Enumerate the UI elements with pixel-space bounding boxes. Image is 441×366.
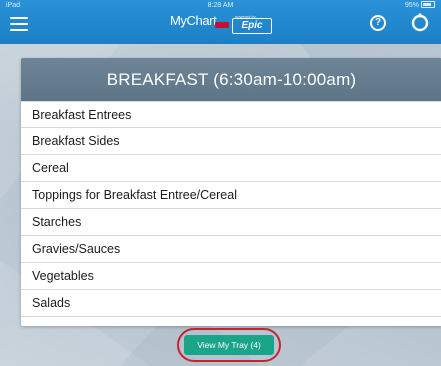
list-item[interactable]: Toppings for Breakfast Entree/Cereal [21,182,441,209]
clock: 8:28 AM [207,2,234,9]
list-item[interactable]: Breakfast Sides [21,128,441,155]
list-item[interactable]: Breakfast Entrees [21,101,441,128]
status-bar: iPad 8:28 AM 95% [0,0,441,11]
battery-indicator: 95% [405,0,435,11]
question-circle-icon[interactable]: ? [370,15,386,31]
list-item[interactable]: Starches [21,209,441,236]
battery-percent: 95% [404,2,419,9]
view-tray-button[interactable]: View My Tray (4) [184,335,274,355]
app-header: iPad 8:28 AM 95% MyChart powered by Epic… [0,0,441,44]
meal-menu-card: BREAKFAST (6:30am-10:00am) Breakfast Ent… [21,58,441,326]
menu-category-list: Breakfast Entrees Breakfast Sides Cereal… [21,101,441,317]
list-item[interactable]: Cereal [21,155,441,182]
ring-settings-icon[interactable] [410,13,430,33]
mychart-logo: MyChart powered by Epic [170,13,280,35]
logo-badge [215,22,229,28]
list-item[interactable]: Gravies/Sauces [21,236,441,263]
meal-title: BREAKFAST (6:30am-10:00am) [21,58,441,101]
list-item[interactable]: Vegetables [21,263,441,290]
hamburger-menu-icon[interactable] [10,17,28,31]
app-name: MyChart [170,13,217,28]
battery-icon [421,0,435,8]
list-item[interactable]: Salads [21,290,441,317]
tray-button-highlight: View My Tray (4) [177,328,281,362]
epic-logo: Epic [232,18,272,34]
